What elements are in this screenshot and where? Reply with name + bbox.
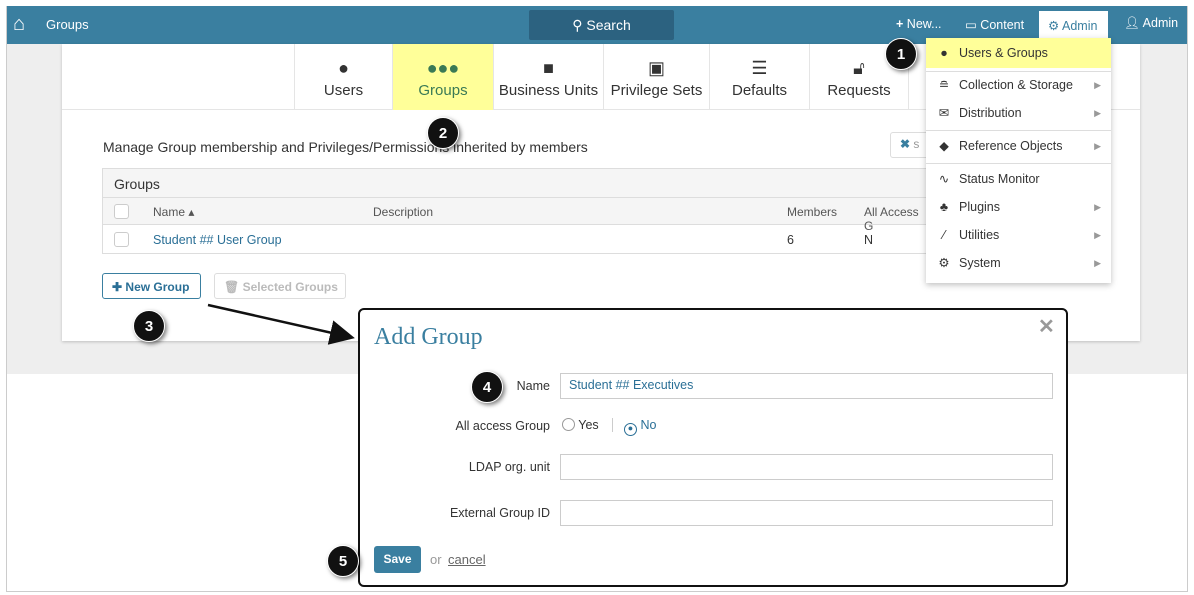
callout-5: 5 <box>327 545 359 577</box>
callout-1: 1 <box>885 38 917 70</box>
callout-3: 3 <box>133 310 165 342</box>
annotation-arrow <box>207 303 355 345</box>
callout-4: 4 <box>471 371 503 403</box>
callout-2: 2 <box>427 117 459 149</box>
